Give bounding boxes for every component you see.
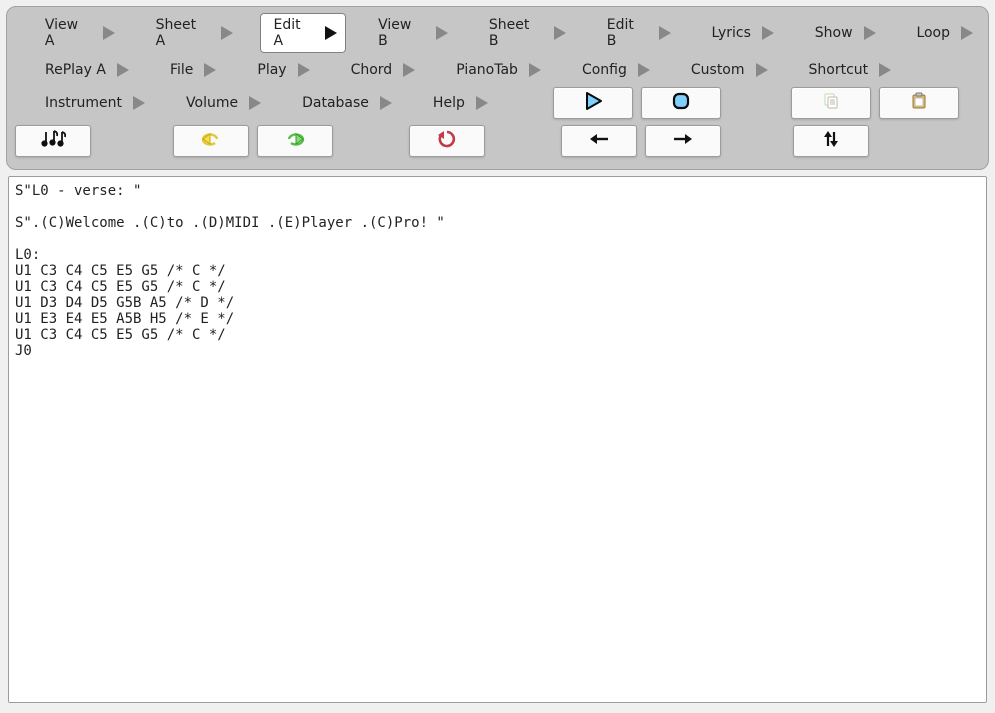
- reload-button[interactable]: [409, 125, 485, 157]
- chevron-right-icon: [130, 94, 148, 112]
- menubar: View A Sheet A Edit A View B Sheet B: [6, 6, 989, 170]
- swap-icon: [821, 129, 841, 153]
- menu-label: Instrument: [45, 95, 122, 111]
- menu-file[interactable]: File: [156, 57, 225, 83]
- menu-label: File: [170, 62, 193, 78]
- redo-icon: [284, 131, 306, 151]
- menu-database[interactable]: Database: [288, 90, 401, 116]
- chevron-right-icon: [433, 24, 451, 42]
- menu-label: Play: [257, 62, 286, 78]
- chevron-right-icon: [322, 24, 340, 42]
- menu-row-2: RePlay A File Play Chord PianoTab: [13, 57, 982, 83]
- menu-shortcut[interactable]: Shortcut: [795, 57, 901, 83]
- menu-view-a[interactable]: View A: [31, 13, 124, 53]
- menu-sheet-a[interactable]: Sheet A: [142, 13, 242, 53]
- stop-button[interactable]: [641, 87, 721, 119]
- chevron-right-icon: [861, 24, 879, 42]
- chevron-right-icon: [246, 94, 264, 112]
- menu-row-1: View A Sheet A Edit A View B Sheet B: [13, 13, 982, 53]
- menu-show[interactable]: Show: [801, 20, 885, 46]
- menu-chord[interactable]: Chord: [337, 57, 425, 83]
- chevron-right-icon: [114, 61, 132, 79]
- menu-loop[interactable]: Loop: [902, 20, 982, 46]
- chevron-right-icon: [753, 61, 771, 79]
- menu-label: Chord: [351, 62, 393, 78]
- menu-label: Loop: [916, 25, 950, 41]
- menu-label: Sheet B: [489, 17, 543, 49]
- next-button[interactable]: [645, 125, 721, 157]
- menu-view-b[interactable]: View B: [364, 13, 457, 53]
- play-button[interactable]: [553, 87, 633, 119]
- chevron-right-icon: [201, 61, 219, 79]
- undo-icon: [200, 131, 222, 151]
- menu-label: PianoTab: [456, 62, 518, 78]
- menu-edit-a[interactable]: Edit A: [260, 13, 347, 53]
- menu-help[interactable]: Help: [419, 90, 497, 116]
- chevron-right-icon: [100, 24, 118, 42]
- editor-textarea[interactable]: [9, 177, 986, 702]
- chevron-right-icon: [218, 24, 236, 42]
- menu-label: View A: [45, 17, 92, 49]
- swap-button[interactable]: [793, 125, 869, 157]
- notes-button[interactable]: [15, 125, 91, 157]
- arrow-left-icon: [588, 131, 610, 151]
- arrow-right-icon: [672, 131, 694, 151]
- menu-label: RePlay A: [45, 62, 106, 78]
- menu-label: Sheet A: [156, 17, 210, 49]
- paste-button[interactable]: [879, 87, 959, 119]
- chevron-right-icon: [377, 94, 395, 112]
- menu-play[interactable]: Play: [243, 57, 318, 83]
- menu-label: Edit B: [607, 17, 648, 49]
- copy-icon: [822, 92, 840, 114]
- menu-sheet-b[interactable]: Sheet B: [475, 13, 575, 53]
- menu-row-3: Instrument Volume Database Help: [13, 87, 982, 119]
- menu-replay-a[interactable]: RePlay A: [31, 57, 138, 83]
- menu-volume[interactable]: Volume: [172, 90, 270, 116]
- chevron-right-icon: [635, 61, 653, 79]
- menu-label: View B: [378, 17, 425, 49]
- menu-label: Lyrics: [711, 25, 750, 41]
- chevron-right-icon: [656, 24, 674, 42]
- menu-label: Database: [302, 95, 369, 111]
- chevron-right-icon: [526, 61, 544, 79]
- toolbar-row: [13, 123, 982, 159]
- menu-label: Config: [582, 62, 627, 78]
- editor-pane: [8, 176, 987, 703]
- chevron-right-icon: [400, 61, 418, 79]
- menu-config[interactable]: Config: [568, 57, 659, 83]
- music-notes-icon: [40, 129, 66, 153]
- chevron-right-icon: [551, 24, 569, 42]
- paste-icon: [910, 92, 928, 114]
- redo-button[interactable]: [257, 125, 333, 157]
- menu-custom[interactable]: Custom: [677, 57, 777, 83]
- copy-button[interactable]: [791, 87, 871, 119]
- app-window: View A Sheet A Edit A View B Sheet B: [0, 0, 995, 713]
- transport-controls: [553, 87, 721, 119]
- chevron-right-icon: [759, 24, 777, 42]
- menu-label: Volume: [186, 95, 238, 111]
- chevron-right-icon: [295, 61, 313, 79]
- menu-label: Shortcut: [809, 62, 869, 78]
- menu-pianotab[interactable]: PianoTab: [442, 57, 550, 83]
- clipboard-controls: [791, 87, 959, 119]
- prev-button[interactable]: [561, 125, 637, 157]
- menu-label: Edit A: [274, 17, 315, 49]
- undo-button[interactable]: [173, 125, 249, 157]
- chevron-right-icon: [876, 61, 894, 79]
- stop-icon: [671, 91, 691, 115]
- play-icon: [583, 91, 603, 115]
- menu-lyrics[interactable]: Lyrics: [697, 20, 782, 46]
- reload-icon: [436, 129, 458, 153]
- menu-label: Show: [815, 25, 853, 41]
- chevron-right-icon: [958, 24, 976, 42]
- menu-label: Custom: [691, 62, 745, 78]
- menu-edit-b[interactable]: Edit B: [593, 13, 680, 53]
- chevron-right-icon: [473, 94, 491, 112]
- menu-instrument[interactable]: Instrument: [31, 90, 154, 116]
- menu-label: Help: [433, 95, 465, 111]
